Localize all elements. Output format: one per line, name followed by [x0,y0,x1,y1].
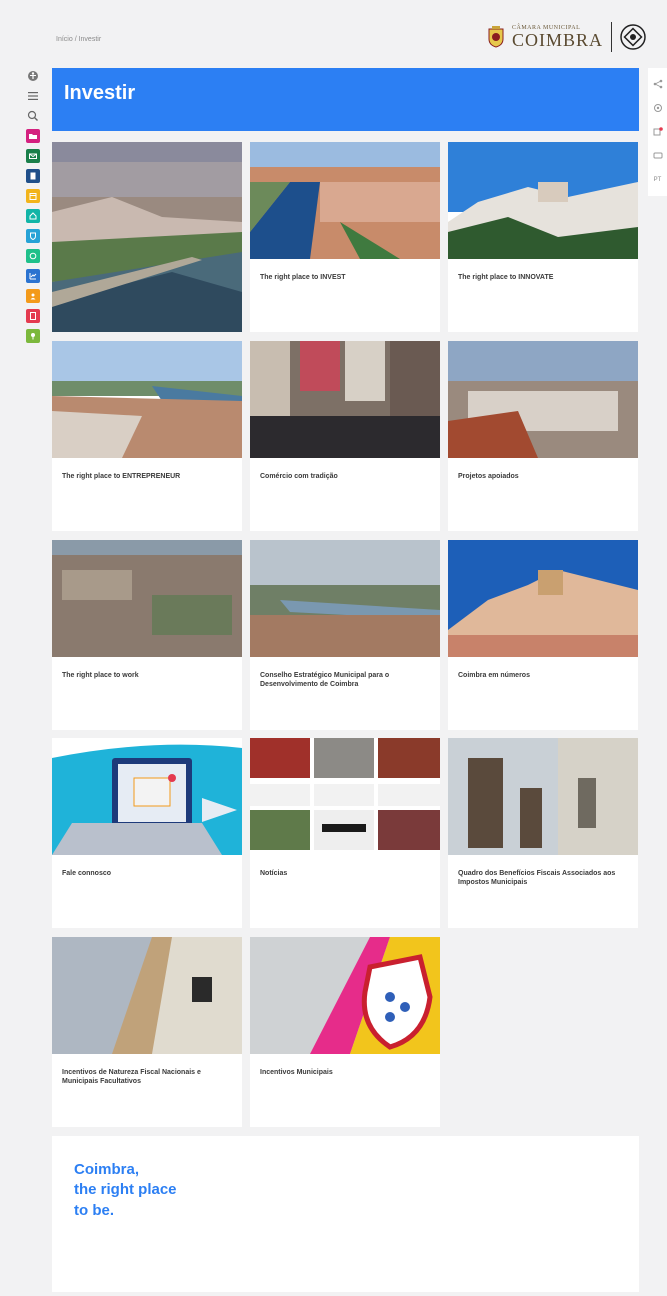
card-image [52,341,242,458]
page-title: Investir [64,82,136,104]
card-projetos[interactable]: Projetos apoiados [448,341,638,531]
footer-slogan-line1: Coimbra, [74,1161,140,1178]
chat-icon[interactable] [652,150,664,162]
card-image [250,540,440,657]
coimbra-logo[interactable]: CÂMARA MUNICIPAL COIMBRA [486,22,646,52]
card-label: Notícias [260,870,288,877]
footer-slogan: Coimbra, the right place to be. [74,1160,177,1221]
card-image [52,142,242,332]
card-label: The right place to INNOVATE [458,274,554,281]
notification-icon[interactable] [652,126,664,138]
settings-icon[interactable] [652,102,664,114]
card-coimbra-river[interactable] [52,142,242,332]
share-icon[interactable] [652,78,664,90]
accessibility-icon[interactable] [25,68,41,84]
card-label: Incentivos de Natureza Fiscal Nacionais … [62,1069,201,1086]
card-image [250,341,440,458]
card-conselho[interactable]: Conselho Estratégico Municipal para o De… [250,540,440,730]
coimbra-crest-icon [486,25,506,49]
logo-divider [611,22,613,52]
seal-icon [620,24,646,50]
card-numeros[interactable]: Coimbra em números [448,540,638,730]
card-image [448,738,638,855]
house-icon[interactable] [26,209,40,223]
card-work[interactable]: The right place to work [52,540,242,730]
card-innovate[interactable]: The right place to INNOVATE [448,142,638,332]
file-icon[interactable] [26,309,40,323]
search-icon[interactable] [25,108,41,124]
card-incentivos-municipais[interactable]: Incentivos Municipais [250,937,440,1127]
shield-icon[interactable] [26,229,40,243]
card-incentivos-fiscais[interactable]: Incentivos de Natureza Fiscal Nacionais … [52,937,242,1127]
card-quadro[interactable]: Quadro dos Benefícios Fiscais Associados… [448,738,638,928]
footer-slogan-line3: to be. [74,1201,114,1219]
chart-icon[interactable] [26,269,40,283]
card-image [250,738,440,855]
breadcrumb-current: Investir [78,36,102,43]
document-icon[interactable] [26,169,40,183]
card-label: Coimbra em números [458,672,530,679]
card-image [52,540,242,657]
user-icon[interactable] [26,289,40,303]
card-label: Projetos apoiados [458,473,519,480]
leaf-icon[interactable] [26,249,40,263]
left-toolbar [24,68,42,348]
card-comercio[interactable]: Comércio com tradição [250,341,440,531]
card-fale[interactable]: Fale connosco [52,738,242,928]
card-image [448,341,638,458]
card-label: The right place to work [62,672,139,679]
card-noticias[interactable]: Notícias [250,738,440,928]
card-label: Conselho Estratégico Municipal para o De… [260,672,390,689]
card-label: Quadro dos Benefícios Fiscais Associados… [458,870,616,887]
logo-big-text: COIMBRA [512,30,604,50]
card-invest[interactable]: The right place to INVEST [250,142,440,332]
card-image [52,738,242,855]
breadcrumb: Início / Investir [56,36,101,43]
card-image [448,142,638,259]
card-label: Comércio com tradição [260,473,338,480]
breadcrumb-separator: / [74,36,77,43]
right-toolbar: PT [648,68,667,196]
footer-slogan-box: Coimbra, the right place to be. [52,1136,639,1292]
page-frame: Início / Investir CÂMARA MUNICIPAL COIMB… [0,0,667,1296]
card-image [52,937,242,1054]
page-header-banner: Investir [52,68,639,131]
card-image [448,540,638,657]
card-entrepreneur[interactable]: The right place to ENTREPRENEUR [52,341,242,531]
footer-slogan-line2: the right place [74,1181,177,1199]
calendar-icon[interactable] [26,189,40,203]
mail-icon[interactable] [26,149,40,163]
breadcrumb-home-link[interactable]: Início [56,36,73,43]
card-label: Incentivos Municipais [260,1069,333,1076]
menu-icon[interactable] [25,88,41,104]
card-image [250,937,440,1054]
folder-icon[interactable] [26,129,40,143]
card-image [250,142,440,259]
card-label: Fale connosco [62,870,112,877]
card-label: The right place to INVEST [260,274,346,281]
card-label: The right place to ENTREPRENEUR [62,473,181,480]
language-selector[interactable]: PT [652,174,664,186]
tree-icon[interactable] [26,329,40,343]
